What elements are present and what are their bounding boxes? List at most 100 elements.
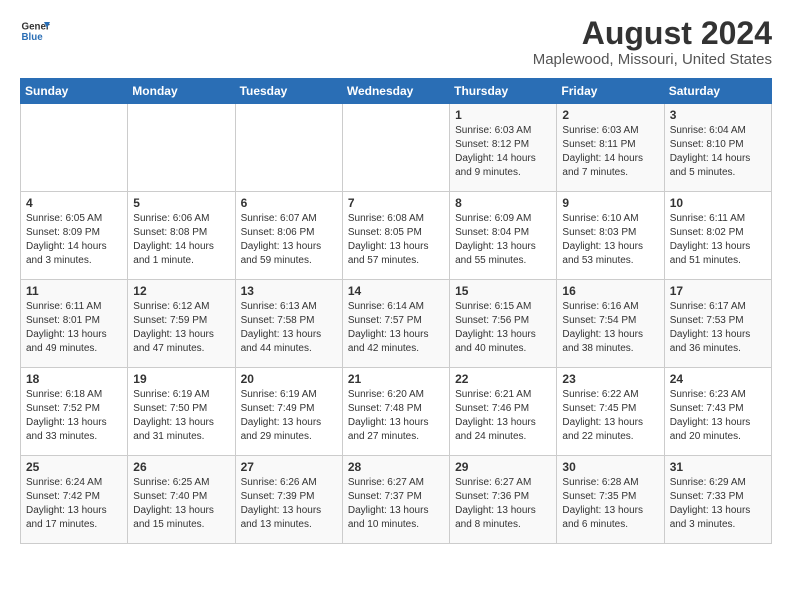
day-number: 24 xyxy=(670,372,766,386)
title-block: August 2024 Maplewood, Missouri, United … xyxy=(533,16,772,68)
day-info: Sunrise: 6:06 AM Sunset: 8:08 PM Dayligh… xyxy=(133,212,229,268)
day-info: Sunrise: 6:17 AM Sunset: 7:53 PM Dayligh… xyxy=(670,300,766,356)
day-number: 3 xyxy=(670,108,766,122)
day-number: 30 xyxy=(562,460,658,474)
calendar-cell: 9 Sunrise: 6:10 AM Sunset: 8:03 PM Daylig… xyxy=(557,192,664,280)
day-info: Sunrise: 6:27 AM Sunset: 7:37 PM Dayligh… xyxy=(348,476,444,532)
calendar-cell: 19 Sunrise: 6:19 AM Sunset: 7:50 PM Dayli… xyxy=(128,368,235,456)
day-number: 21 xyxy=(348,372,444,386)
day-info: Sunrise: 6:21 AM Sunset: 7:46 PM Dayligh… xyxy=(455,388,551,444)
day-number: 2 xyxy=(562,108,658,122)
day-number: 4 xyxy=(26,196,122,210)
day-info: Sunrise: 6:12 AM Sunset: 7:59 PM Dayligh… xyxy=(133,300,229,356)
calendar-cell xyxy=(342,104,449,192)
calendar-cell: 26 Sunrise: 6:25 AM Sunset: 7:40 PM Dayli… xyxy=(128,456,235,544)
header-sunday: Sunday xyxy=(21,79,128,104)
calendar-cell: 27 Sunrise: 6:26 AM Sunset: 7:39 PM Dayli… xyxy=(235,456,342,544)
week-row-3: 11 Sunrise: 6:11 AM Sunset: 8:01 PM Dayli… xyxy=(21,280,772,368)
day-number: 19 xyxy=(133,372,229,386)
calendar-cell: 4Sunrise: 6:05 AM Sunset: 8:09 PM Daylig… xyxy=(21,192,128,280)
day-number: 31 xyxy=(670,460,766,474)
day-number: 14 xyxy=(348,284,444,298)
header-wednesday: Wednesday xyxy=(342,79,449,104)
day-number: 5 xyxy=(133,196,229,210)
day-info: Sunrise: 6:03 AM Sunset: 8:11 PM Dayligh… xyxy=(562,124,658,180)
page-header: General Blue August 2024 Maplewood, Miss… xyxy=(20,16,772,68)
calendar-cell: 29 Sunrise: 6:27 AM Sunset: 7:36 PM Dayli… xyxy=(450,456,557,544)
header-monday: Monday xyxy=(128,79,235,104)
day-number: 12 xyxy=(133,284,229,298)
day-number: 26 xyxy=(133,460,229,474)
calendar-cell: 11 Sunrise: 6:11 AM Sunset: 8:01 PM Dayli… xyxy=(21,280,128,368)
day-info: Sunrise: 6:03 AM Sunset: 8:12 PM Dayligh… xyxy=(455,124,551,180)
day-info: Sunrise: 6:29 AM Sunset: 7:33 PM Dayligh… xyxy=(670,476,766,532)
day-info: Sunrise: 6:19 AM Sunset: 7:50 PM Dayligh… xyxy=(133,388,229,444)
calendar-subtitle: Maplewood, Missouri, United States xyxy=(533,51,772,68)
day-info: Sunrise: 6:10 AM Sunset: 8:03 PM Dayligh… xyxy=(562,212,658,268)
day-number: 9 xyxy=(562,196,658,210)
day-info: Sunrise: 6:04 AM Sunset: 8:10 PM Dayligh… xyxy=(670,124,766,180)
calendar-cell: 16Sunrise: 6:16 AM Sunset: 7:54 PM Dayli… xyxy=(557,280,664,368)
day-info: Sunrise: 6:11 AM Sunset: 8:02 PM Dayligh… xyxy=(670,212,766,268)
day-number: 17 xyxy=(670,284,766,298)
day-info: Sunrise: 6:23 AM Sunset: 7:43 PM Dayligh… xyxy=(670,388,766,444)
calendar-title: August 2024 xyxy=(533,16,772,51)
day-number: 10 xyxy=(670,196,766,210)
logo: General Blue xyxy=(20,16,50,46)
calendar-table: SundayMondayTuesdayWednesdayThursdayFrid… xyxy=(20,78,772,544)
calendar-cell: 18 Sunrise: 6:18 AM Sunset: 7:52 PM Dayli… xyxy=(21,368,128,456)
day-number: 11 xyxy=(26,284,122,298)
calendar-cell: 22 Sunrise: 6:21 AM Sunset: 7:46 PM Dayli… xyxy=(450,368,557,456)
day-number: 7 xyxy=(348,196,444,210)
day-number: 1 xyxy=(455,108,551,122)
calendar-cell: 25Sunrise: 6:24 AM Sunset: 7:42 PM Dayli… xyxy=(21,456,128,544)
day-info: Sunrise: 6:13 AM Sunset: 7:58 PM Dayligh… xyxy=(241,300,337,356)
calendar-cell: 28 Sunrise: 6:27 AM Sunset: 7:37 PM Dayli… xyxy=(342,456,449,544)
calendar-cell: 17 Sunrise: 6:17 AM Sunset: 7:53 PM Dayli… xyxy=(664,280,771,368)
day-info: Sunrise: 6:16 AM Sunset: 7:54 PM Dayligh… xyxy=(562,300,658,356)
day-number: 29 xyxy=(455,460,551,474)
day-info: Sunrise: 6:11 AM Sunset: 8:01 PM Dayligh… xyxy=(26,300,122,356)
calendar-cell: 5 Sunrise: 6:06 AM Sunset: 8:08 PM Daylig… xyxy=(128,192,235,280)
week-row-1: 1 Sunrise: 6:03 AM Sunset: 8:12 PM Daylig… xyxy=(21,104,772,192)
calendar-cell: 21 Sunrise: 6:20 AM Sunset: 7:48 PM Dayli… xyxy=(342,368,449,456)
calendar-cell: 3 Sunrise: 6:04 AM Sunset: 8:10 PM Daylig… xyxy=(664,104,771,192)
calendar-cell: 7 Sunrise: 6:08 AM Sunset: 8:05 PM Daylig… xyxy=(342,192,449,280)
calendar-cell xyxy=(128,104,235,192)
day-info: Sunrise: 6:25 AM Sunset: 7:40 PM Dayligh… xyxy=(133,476,229,532)
calendar-cell: 20 Sunrise: 6:19 AM Sunset: 7:49 PM Dayli… xyxy=(235,368,342,456)
day-info: Sunrise: 6:20 AM Sunset: 7:48 PM Dayligh… xyxy=(348,388,444,444)
day-info: Sunrise: 6:28 AM Sunset: 7:35 PM Dayligh… xyxy=(562,476,658,532)
calendar-cell xyxy=(21,104,128,192)
week-row-5: 25Sunrise: 6:24 AM Sunset: 7:42 PM Dayli… xyxy=(21,456,772,544)
calendar-cell: 14 Sunrise: 6:14 AM Sunset: 7:57 PM Dayli… xyxy=(342,280,449,368)
day-number: 15 xyxy=(455,284,551,298)
day-info: Sunrise: 6:15 AM Sunset: 7:56 PM Dayligh… xyxy=(455,300,551,356)
day-info: Sunrise: 6:27 AM Sunset: 7:36 PM Dayligh… xyxy=(455,476,551,532)
logo-icon: General Blue xyxy=(20,16,50,46)
day-number: 28 xyxy=(348,460,444,474)
day-number: 27 xyxy=(241,460,337,474)
calendar-cell: 10 Sunrise: 6:11 AM Sunset: 8:02 PM Dayli… xyxy=(664,192,771,280)
calendar-cell xyxy=(235,104,342,192)
day-info: Sunrise: 6:22 AM Sunset: 7:45 PM Dayligh… xyxy=(562,388,658,444)
day-number: 22 xyxy=(455,372,551,386)
day-number: 20 xyxy=(241,372,337,386)
calendar-cell: 31 Sunrise: 6:29 AM Sunset: 7:33 PM Dayli… xyxy=(664,456,771,544)
calendar-cell: 24 Sunrise: 6:23 AM Sunset: 7:43 PM Dayli… xyxy=(664,368,771,456)
day-number: 18 xyxy=(26,372,122,386)
day-info: Sunrise: 6:08 AM Sunset: 8:05 PM Dayligh… xyxy=(348,212,444,268)
calendar-cell: 15 Sunrise: 6:15 AM Sunset: 7:56 PM Dayli… xyxy=(450,280,557,368)
day-info: Sunrise: 6:07 AM Sunset: 8:06 PM Dayligh… xyxy=(241,212,337,268)
day-info: Sunrise: 6:14 AM Sunset: 7:57 PM Dayligh… xyxy=(348,300,444,356)
calendar-cell: 6 Sunrise: 6:07 AM Sunset: 8:06 PM Daylig… xyxy=(235,192,342,280)
day-number: 23 xyxy=(562,372,658,386)
header-tuesday: Tuesday xyxy=(235,79,342,104)
day-info: Sunrise: 6:26 AM Sunset: 7:39 PM Dayligh… xyxy=(241,476,337,532)
day-info: Sunrise: 6:18 AM Sunset: 7:52 PM Dayligh… xyxy=(26,388,122,444)
day-number: 13 xyxy=(241,284,337,298)
svg-text:Blue: Blue xyxy=(22,32,44,43)
day-number: 6 xyxy=(241,196,337,210)
day-info: Sunrise: 6:09 AM Sunset: 8:04 PM Dayligh… xyxy=(455,212,551,268)
day-info: Sunrise: 6:19 AM Sunset: 7:49 PM Dayligh… xyxy=(241,388,337,444)
